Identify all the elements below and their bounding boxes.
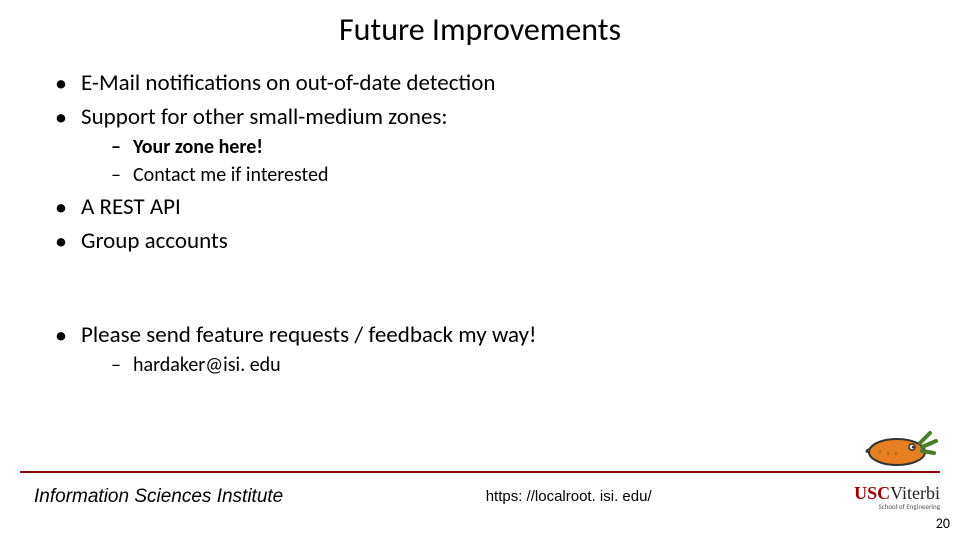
- logo-viterbi: Viterbi: [890, 483, 940, 503]
- bullet-item: Please send feature requests / feedback …: [55, 321, 920, 377]
- slide: Future Improvements E-Mail notifications…: [0, 0, 960, 540]
- usc-logo: USCViterbi School of Engineering: [854, 483, 940, 510]
- bullet-text: Support for other small-medium zones:: [81, 103, 448, 131]
- slide-body: E-Mail notifications on out-of-date dete…: [0, 49, 960, 377]
- bullet-item: E-Mail notifications on out-of-date dete…: [55, 69, 920, 97]
- bullet-item: Support for other small-medium zones: Yo…: [55, 103, 920, 187]
- logo-usc: USC: [854, 483, 890, 503]
- logo-sub: School of Engineering: [854, 503, 940, 510]
- page-number: 20: [936, 515, 950, 532]
- divider: [20, 471, 940, 473]
- sub-bullet-item: Contact me if interested: [111, 163, 920, 187]
- sub-bullet-list: Your zone here! Contact me if interested: [111, 135, 920, 187]
- spacer: [55, 261, 920, 321]
- sub-bullet-item: hardaker@isi. edu: [111, 353, 920, 377]
- bullet-text: Please send feature requests / feedback …: [81, 321, 537, 349]
- footer-url: https: //localroot. isi. edu/: [486, 488, 652, 505]
- footer-row: Information Sciences Institute https: //…: [0, 483, 960, 510]
- institute-label: Information Sciences Institute: [20, 486, 283, 508]
- footer: Information Sciences Institute https: //…: [0, 471, 960, 510]
- slide-title: Future Improvements: [0, 0, 960, 49]
- carrot-icon: [862, 425, 942, 475]
- bullet-item: Group accounts: [55, 227, 920, 255]
- sub-bullet-list: hardaker@isi. edu: [111, 353, 920, 377]
- logo-text: USCViterbi School of Engineering: [854, 483, 940, 510]
- bullet-list: E-Mail notifications on out-of-date dete…: [55, 69, 920, 255]
- sub-bullet-item: Your zone here!: [111, 135, 920, 159]
- bullet-item: A REST API: [55, 193, 920, 221]
- bullet-list-2: Please send feature requests / feedback …: [55, 321, 920, 377]
